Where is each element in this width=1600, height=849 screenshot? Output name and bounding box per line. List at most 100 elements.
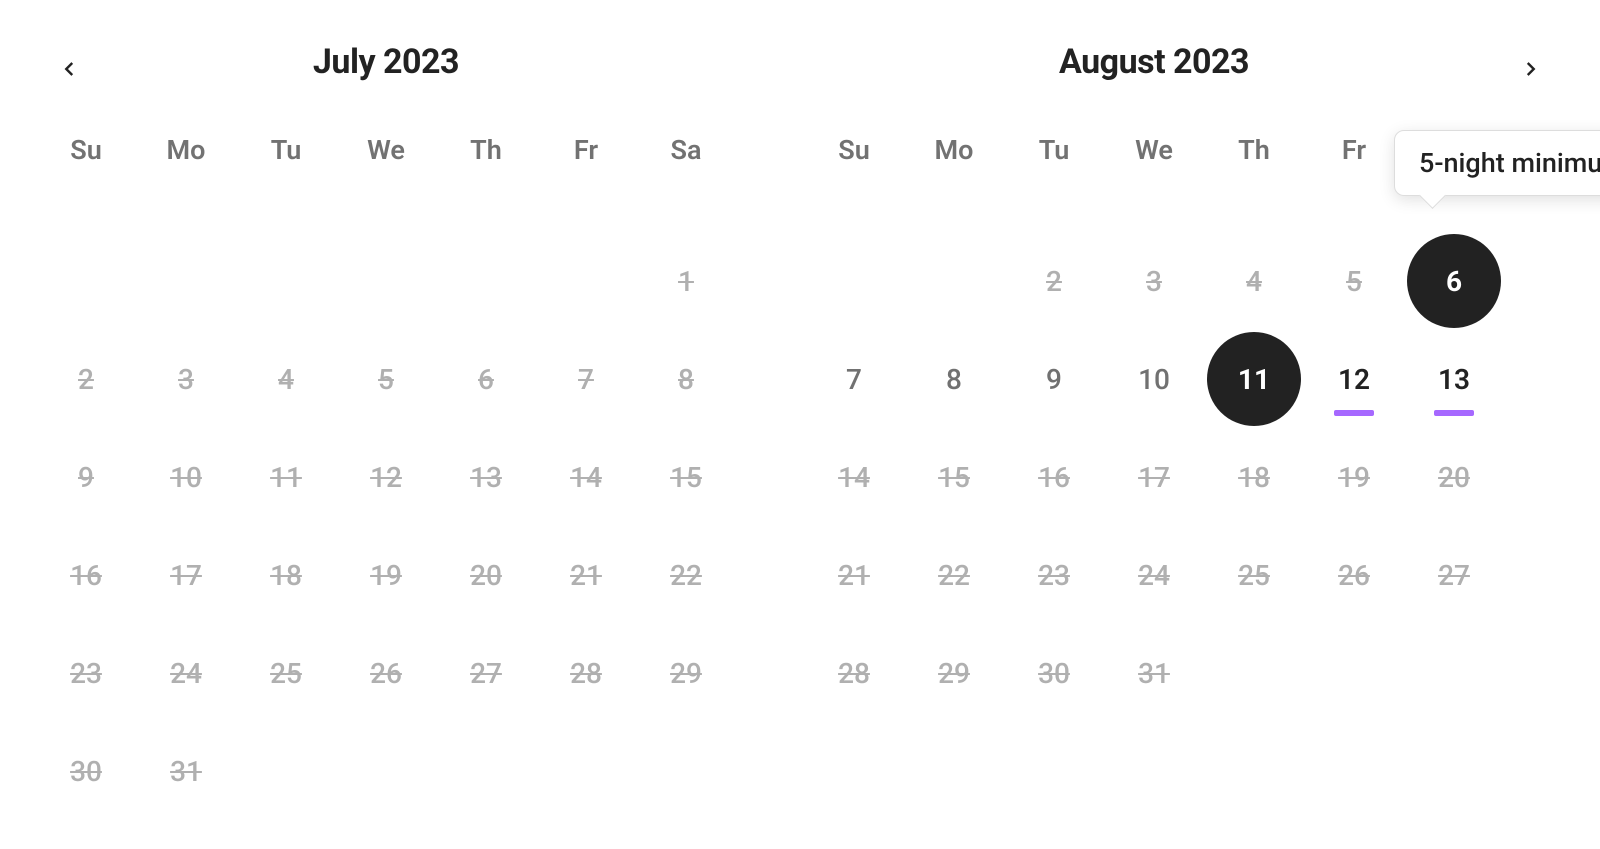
day-in-range[interactable]: 7 xyxy=(807,332,901,426)
day-cell: 22 xyxy=(636,526,736,624)
day-blocked: 16 xyxy=(39,528,133,622)
day-blocked: 17 xyxy=(1107,430,1201,524)
month-grid: SuMoTuWeThFrSa23456789101112131415161718… xyxy=(804,134,1504,722)
day-blocked: 13 xyxy=(439,430,533,524)
weekday-label: We xyxy=(1104,134,1204,202)
day-blocked: 1 xyxy=(639,234,733,328)
day-cell: 28 xyxy=(804,624,904,722)
day-in-range[interactable]: 8 xyxy=(907,332,1001,426)
day-blocked: 28 xyxy=(539,626,633,720)
weekday-label: Fr xyxy=(1304,134,1404,202)
day-blocked: 3 xyxy=(139,332,233,426)
day-blocked: 23 xyxy=(1007,528,1101,622)
day-blocked: 2 xyxy=(39,332,133,426)
day-blocked: 20 xyxy=(1407,430,1501,524)
day-blocked: 30 xyxy=(39,724,133,818)
weekday-label: Su xyxy=(804,134,904,202)
day-blocked: 6 xyxy=(439,332,533,426)
day-cell: 10 xyxy=(136,428,236,526)
day-blocked: 24 xyxy=(139,626,233,720)
day-cell: 27 xyxy=(1404,526,1504,624)
day-cell: 13 xyxy=(1404,330,1504,428)
day-cell: 8 xyxy=(904,330,1004,428)
day-blocked: 29 xyxy=(639,626,733,720)
day-cell: 25 xyxy=(236,624,336,722)
day-cell: 9 xyxy=(1004,330,1104,428)
day-cell: 25 xyxy=(1204,526,1304,624)
month-right: August 2023 SuMoTuWeThFrSa23456789101112… xyxy=(804,30,1504,820)
day-cell: 31 xyxy=(136,722,236,820)
day-blocked: 2 xyxy=(1007,234,1101,328)
day-blocked: 23 xyxy=(39,626,133,720)
day-cell: 6 xyxy=(436,330,536,428)
day-blocked: 4 xyxy=(1207,234,1301,328)
day-blocked: 21 xyxy=(807,528,901,622)
day-range-end[interactable]: 11 xyxy=(1207,332,1301,426)
day-cell: 12 xyxy=(336,428,436,526)
day-cell: 12 xyxy=(1304,330,1404,428)
weekday-label: Mo xyxy=(136,134,236,202)
day-cell: 3 xyxy=(1104,232,1204,330)
day-cell: 29 xyxy=(636,624,736,722)
day-in-range[interactable]: 9 xyxy=(1007,332,1101,426)
day-blocked: 14 xyxy=(539,430,633,524)
day-cell: 14 xyxy=(536,428,636,526)
day-blocked: 22 xyxy=(907,528,1001,622)
weekday-label: Su xyxy=(36,134,136,202)
day-cell: 14 xyxy=(804,428,904,526)
day-blocked: 4 xyxy=(239,332,333,426)
day-blocked: 27 xyxy=(1407,528,1501,622)
day-range-start[interactable]: 6 xyxy=(1407,234,1501,328)
day-blocked: 19 xyxy=(339,528,433,622)
day-blocked: 7 xyxy=(539,332,633,426)
day-blocked: 29 xyxy=(907,626,1001,720)
day-blocked: 5 xyxy=(339,332,433,426)
weekday-label: Th xyxy=(436,134,536,202)
month-grid: SuMoTuWeThFrSa12345678910111213141516171… xyxy=(36,134,736,820)
day-cell: 2 xyxy=(36,330,136,428)
day-cell: 26 xyxy=(1304,526,1404,624)
day-cell: 3 xyxy=(136,330,236,428)
day-blocked: 26 xyxy=(339,626,433,720)
day-blocked: 5 xyxy=(1307,234,1401,328)
day-cell: 19 xyxy=(336,526,436,624)
day-cell: 22 xyxy=(904,526,1004,624)
day-blocked: 27 xyxy=(439,626,533,720)
day-cell: 15 xyxy=(904,428,1004,526)
day-cell: 24 xyxy=(136,624,236,722)
day-cell: 20 xyxy=(436,526,536,624)
day-blocked: 31 xyxy=(139,724,233,818)
day-cell: 1 xyxy=(636,232,736,330)
month-title: July 2023 xyxy=(36,42,736,82)
day-cell: 16 xyxy=(36,526,136,624)
day-cell: 28 xyxy=(536,624,636,722)
day-cell: 13 xyxy=(436,428,536,526)
day-cell: 8 xyxy=(636,330,736,428)
day-blocked: 20 xyxy=(439,528,533,622)
empty-cell xyxy=(904,232,1004,330)
day-cell: 18 xyxy=(236,526,336,624)
day-cell: 31 xyxy=(1104,624,1204,722)
day-cell: 17 xyxy=(1104,428,1204,526)
day-cell: 21 xyxy=(804,526,904,624)
day-blocked: 22 xyxy=(639,528,733,622)
day-cell: 23 xyxy=(36,624,136,722)
checkout-only-indicator xyxy=(1334,410,1374,416)
day-cell: 17 xyxy=(136,526,236,624)
day-in-range[interactable]: 10 xyxy=(1107,332,1201,426)
day-blocked: 12 xyxy=(339,430,433,524)
day-blocked: 16 xyxy=(1007,430,1101,524)
day-cell: 30 xyxy=(1004,624,1104,722)
day-blocked: 30 xyxy=(1007,626,1101,720)
day-cell: 26 xyxy=(336,624,436,722)
empty-cell xyxy=(804,232,904,330)
empty-cell xyxy=(336,232,436,330)
day-cell: 20 xyxy=(1404,428,1504,526)
day-blocked: 15 xyxy=(639,430,733,524)
day-cell: 24 xyxy=(1104,526,1204,624)
day-cell: 30 xyxy=(36,722,136,820)
empty-cell xyxy=(536,232,636,330)
day-cell: 2 xyxy=(1004,232,1104,330)
day-cell: 5 xyxy=(1304,232,1404,330)
day-cell: 5 xyxy=(336,330,436,428)
